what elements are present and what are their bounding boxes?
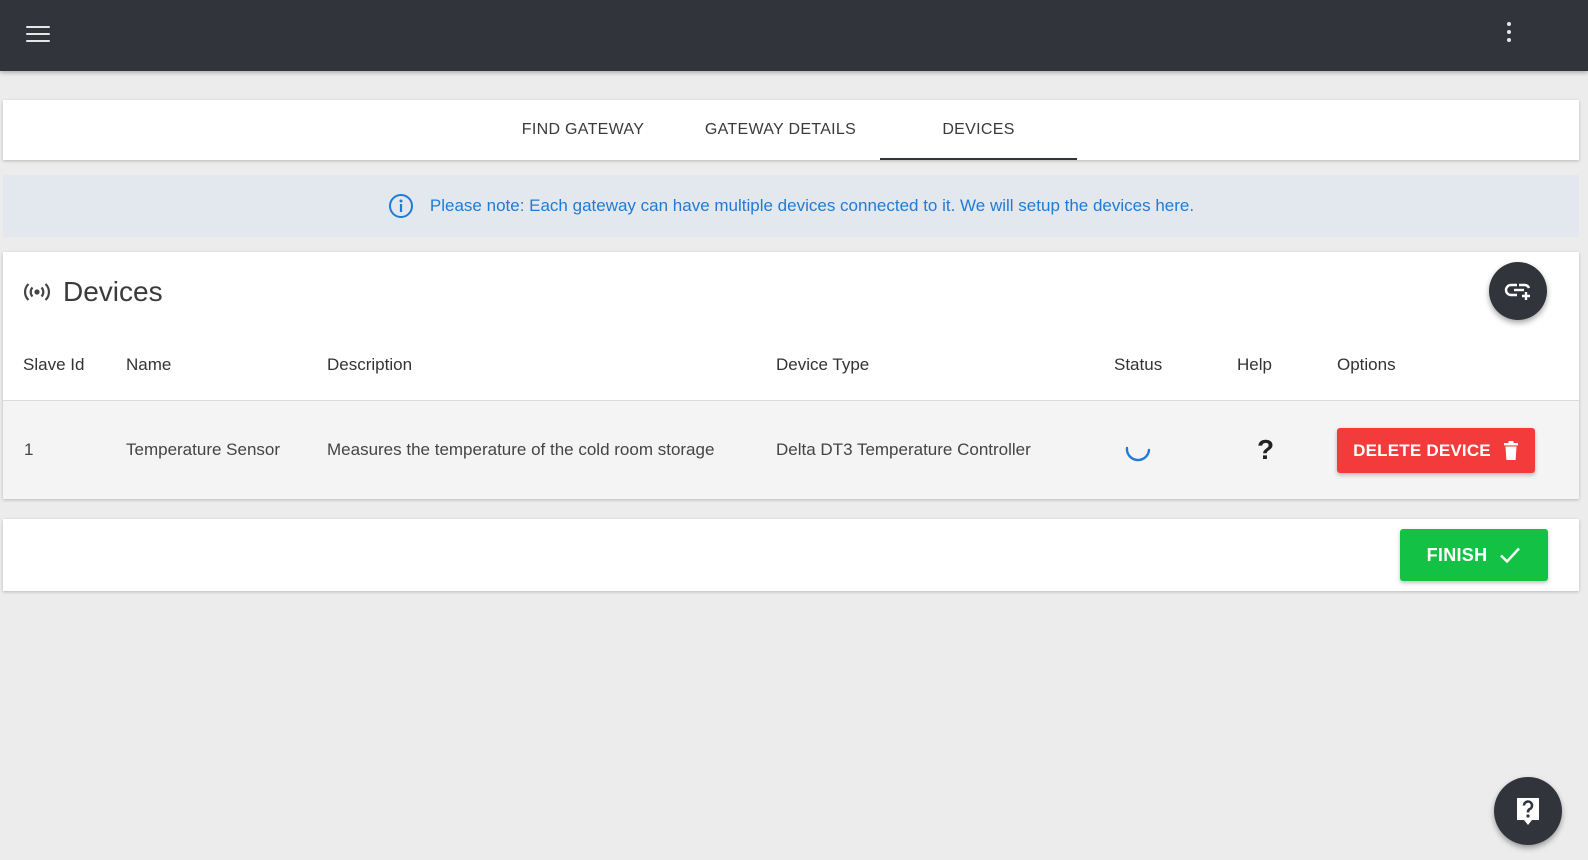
loading-spinner-icon	[1125, 446, 1151, 462]
column-slave-id: Slave Id	[23, 355, 85, 374]
help-chat-icon	[1517, 798, 1539, 825]
column-description: Description	[327, 355, 413, 374]
tab-find-gateway[interactable]: FIND GATEWAY	[485, 100, 681, 160]
column-status: Status	[1114, 355, 1163, 374]
column-help: Help	[1237, 355, 1272, 374]
finish-label: FINISH	[1426, 544, 1488, 565]
column-options: Options	[1337, 355, 1396, 374]
info-banner-text: Please note: Each gateway can have multi…	[429, 196, 1195, 215]
devices-card: Devices Slave Id Name Description Device…	[3, 252, 1579, 499]
devices-title: Devices	[63, 276, 163, 307]
info-banner: Please note: Each gateway can have multi…	[3, 175, 1579, 237]
tab-devices[interactable]: DEVICES	[880, 100, 1077, 160]
cell-slave-id: 1	[24, 440, 34, 459]
table-row: 1 Temperature Sensor Measures the temper…	[3, 401, 1579, 499]
devices-table-header: Slave Id Name Description Device Type St…	[3, 347, 1579, 401]
wireless-signal-icon	[24, 283, 50, 301]
cell-status	[1123, 401, 1153, 499]
column-name: Name	[126, 355, 172, 374]
help-question-icon[interactable]: ?	[1257, 434, 1274, 466]
finish-card: FINISH	[3, 519, 1579, 591]
info-icon	[388, 194, 413, 218]
check-icon	[1500, 547, 1521, 564]
top-app-bar	[0, 0, 1588, 71]
stepper-tabs: FIND GATEWAY GATEWAY DETAILS DEVICES	[3, 100, 1579, 160]
cell-help: ?	[1257, 401, 1274, 499]
hamburger-menu-icon[interactable]	[22, 18, 54, 50]
trash-icon	[1503, 440, 1518, 460]
help-fab-button[interactable]	[1494, 777, 1562, 845]
cell-description: Measures the temperature of the cold roo…	[327, 440, 715, 459]
cell-name: Temperature Sensor	[126, 440, 281, 459]
link-add-icon	[1504, 283, 1531, 300]
delete-device-label: DELETE DEVICE	[1353, 440, 1491, 460]
tab-gateway-details[interactable]: GATEWAY DETAILS	[682, 100, 879, 160]
more-options-icon[interactable]	[1494, 16, 1524, 50]
devices-header: Devices	[23, 274, 163, 310]
column-device-type: Device Type	[776, 355, 870, 374]
add-device-button[interactable]	[1489, 262, 1547, 320]
finish-button[interactable]: FINISH	[1400, 529, 1548, 581]
cell-device-type: Delta DT3 Temperature Controller	[776, 440, 1031, 459]
delete-device-button[interactable]: DELETE DEVICE	[1337, 428, 1535, 473]
